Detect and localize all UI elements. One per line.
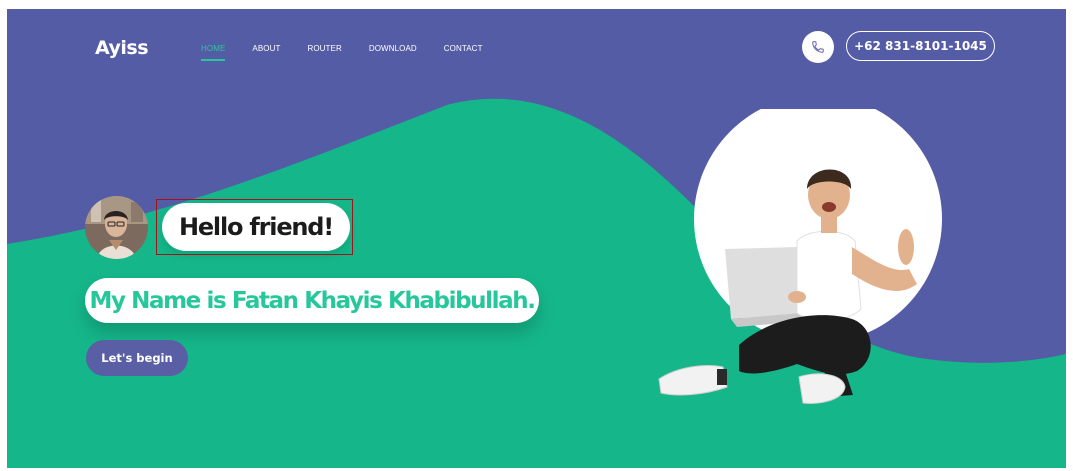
hero-section: Ayiss HOME ABOUT ROUTER DOWNLOAD CONTACT — [7, 9, 1066, 468]
phone-icon-button[interactable] — [802, 31, 834, 63]
main-nav: HOME ABOUT ROUTER DOWNLOAD CONTACT — [201, 44, 510, 61]
nav-link-download[interactable]: DOWNLOAD — [369, 44, 417, 53]
nav-link-router-label: ROUTER — [307, 44, 342, 53]
lets-begin-label: Let's begin — [101, 351, 173, 365]
nav-link-about-label: ABOUT — [252, 44, 281, 53]
nav-link-contact-label: CONTACT — [443, 44, 483, 53]
nav-link-about[interactable]: ABOUT — [252, 44, 280, 53]
avatar — [85, 196, 148, 259]
greeting-highlight-frame — [156, 199, 353, 255]
page: Ayiss HOME ABOUT ROUTER DOWNLOAD CONTACT — [0, 0, 1073, 471]
person-with-laptop-illustration — [658, 109, 942, 404]
nav-link-download-label: DOWNLOAD — [368, 44, 417, 53]
nav-link-router[interactable]: ROUTER — [307, 44, 341, 53]
phone-number-button[interactable]: +62 831-8101-1045 — [846, 31, 995, 61]
brand-logo[interactable]: Ayiss — [95, 37, 149, 59]
nav-active-underline — [201, 59, 226, 61]
name-pill: My Name is Fatan Khayis Khabibullah. — [85, 278, 539, 323]
nav-link-home[interactable]: HOME — [201, 44, 226, 61]
nav-link-contact[interactable]: CONTACT — [444, 44, 483, 53]
nav-link-home-label: HOME — [201, 44, 226, 53]
phone-icon — [812, 41, 824, 53]
name-text: My Name is Fatan Khayis Khabibullah. — [89, 287, 535, 314]
avatar-photo — [85, 196, 148, 259]
phone-number-label: +62 831-8101-1045 — [854, 39, 987, 53]
lets-begin-button[interactable]: Let's begin — [86, 340, 188, 376]
